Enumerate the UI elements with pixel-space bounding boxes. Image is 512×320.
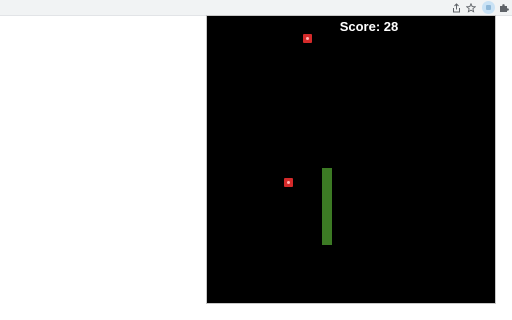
score-label: Score: 28 [339,19,399,34]
extensions-puzzle-icon[interactable] [498,2,510,14]
share-icon[interactable] [450,2,462,14]
apple-food [284,178,293,187]
apple-food [303,34,312,43]
browser-toolbar [0,0,512,16]
extension-active-icon[interactable] [482,1,495,14]
game-canvas[interactable]: Score: 28 [206,15,496,304]
bookmark-star-icon[interactable] [465,2,477,14]
snake-body [322,168,332,245]
